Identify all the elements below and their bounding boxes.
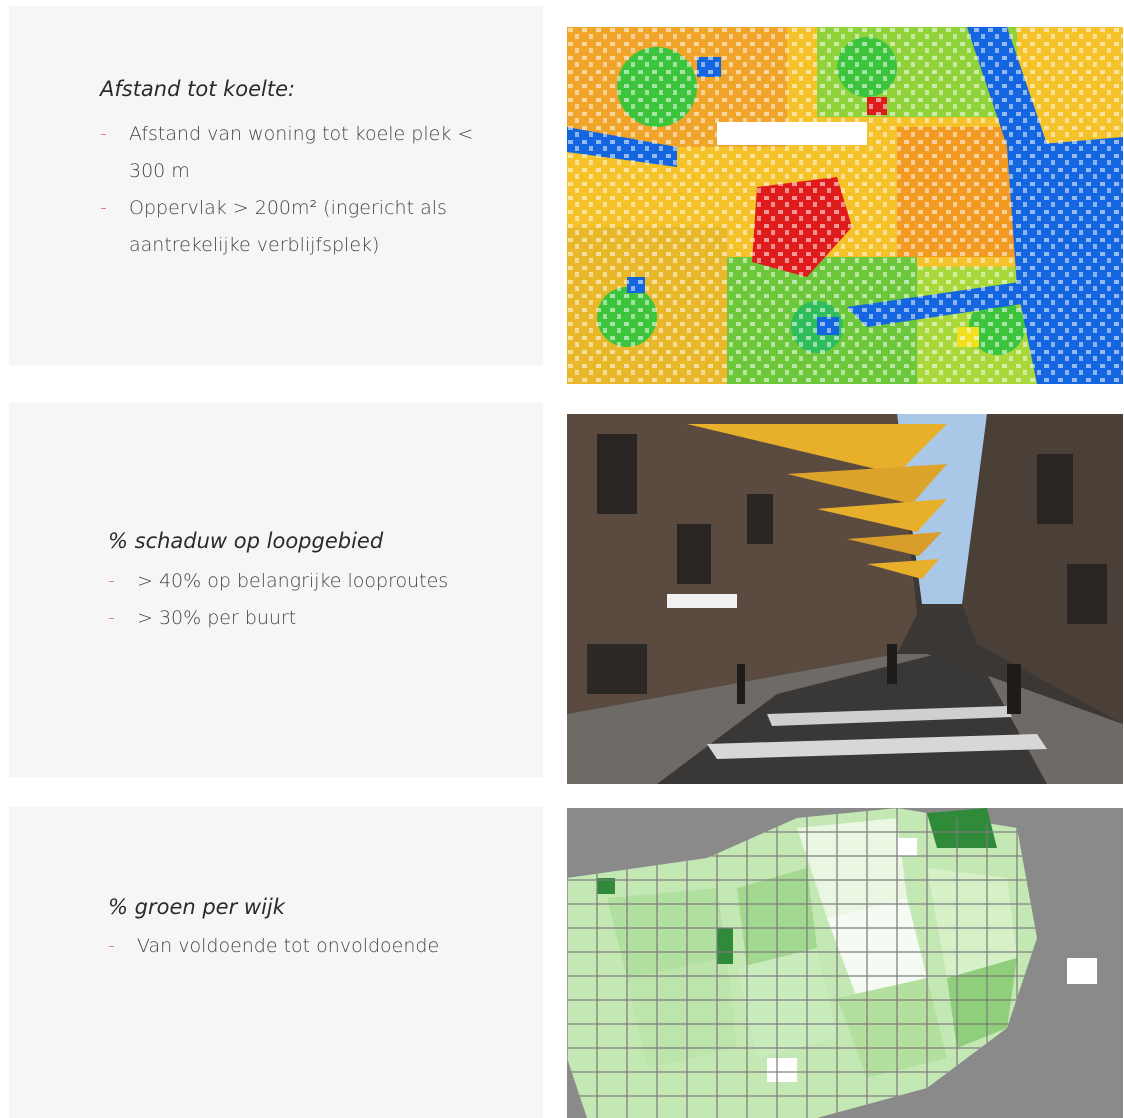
bullet-text: > 40% op belangrijke looproutes xyxy=(137,570,449,592)
section-panel-green: % groen per wijk - Van voldoende tot onvo… xyxy=(9,807,543,1118)
green-per-district-map-icon xyxy=(567,808,1123,1118)
bullet-item: - Oppervlak > 200m² (ingericht als aantre… xyxy=(100,190,490,264)
bullet-item: - Afstand van woning tot koele plek < 300… xyxy=(100,116,490,190)
section-heading: % groen per wijk xyxy=(108,895,285,919)
section-panel-cooling-distance: Afstand tot koelte: - Afstand van woning … xyxy=(9,6,543,365)
bullet-marker: - xyxy=(108,570,115,592)
section-heading: % schaduw op loopgebied xyxy=(108,529,384,553)
bullet-marker: - xyxy=(108,935,115,957)
bullet-list: - > 40% op belangrijke looproutes - > 30% … xyxy=(108,563,508,637)
heat-distance-map-icon xyxy=(567,27,1123,384)
bullet-item: - > 40% op belangrijke looproutes xyxy=(108,563,508,600)
bullet-text: Van voldoende tot onvoldoende xyxy=(137,935,440,957)
bullet-marker: - xyxy=(100,197,107,219)
section-panel-shade: % schaduw op loopgebied - > 40% op belang… xyxy=(9,403,543,777)
bullet-list: - Afstand van woning tot koele plek < 300… xyxy=(100,116,490,264)
heat-map-svg xyxy=(567,27,1123,384)
section-heading: Afstand tot koelte: xyxy=(100,77,296,101)
bullet-marker: - xyxy=(108,607,115,629)
green-map-svg xyxy=(567,808,1123,1118)
bullet-list: - Van voldoende tot onvoldoende xyxy=(108,928,508,965)
bullet-item: - Van voldoende tot onvoldoende xyxy=(108,928,508,965)
bullet-marker: - xyxy=(100,123,107,145)
shaded-street-photo-icon xyxy=(567,414,1123,784)
bullet-text: > 30% per buurt xyxy=(137,607,297,629)
street-photo-svg xyxy=(567,414,1123,784)
bullet-text: Oppervlak > 200m² (ingericht als aantrek… xyxy=(129,197,447,256)
bullet-item: - > 30% per buurt xyxy=(108,600,508,637)
bullet-text: Afstand van woning tot koele plek < 300 … xyxy=(129,123,474,182)
